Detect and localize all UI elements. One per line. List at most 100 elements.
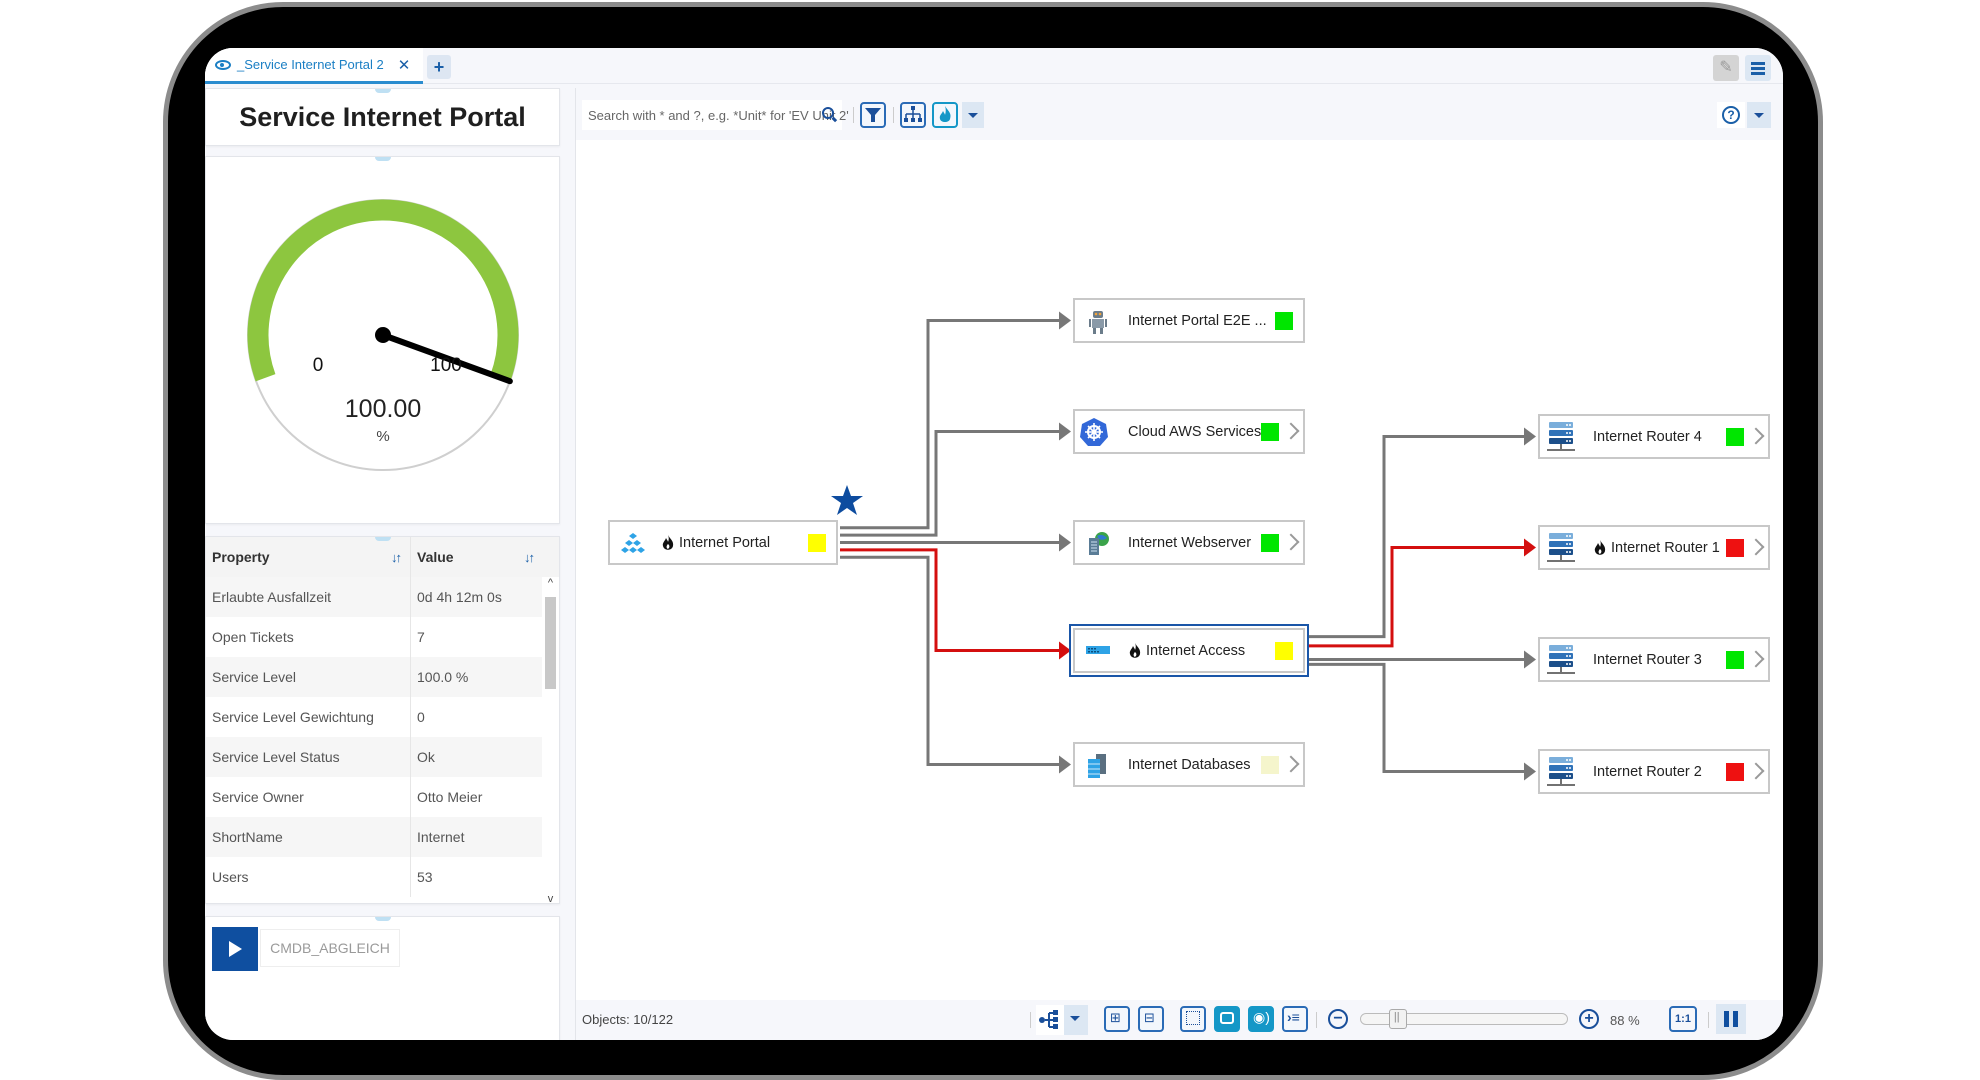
zoom-in-button[interactable]: + — [1579, 1009, 1599, 1029]
node-label: Internet Router 4 — [1593, 429, 1702, 445]
vertical-scrollbar[interactable]: ^ v — [542, 577, 559, 903]
value-cell: Ok — [417, 749, 435, 765]
help-button[interactable]: ? — [1717, 102, 1745, 128]
collapse-all-button[interactable]: ⊟ — [1138, 1006, 1164, 1032]
chevron-right-icon[interactable] — [1287, 532, 1299, 552]
scroll-down-icon[interactable]: v — [542, 893, 559, 903]
edge-portal-to-e2e[interactable] — [840, 319, 1061, 530]
graph-node-r4[interactable]: Internet Router 4 — [1538, 414, 1770, 459]
zoom-slider[interactable] — [1360, 1009, 1568, 1029]
kubernetes-icon — [1079, 417, 1109, 447]
play-icon[interactable] — [212, 927, 258, 971]
hierarchy-icon — [904, 106, 922, 122]
tree-toggle-button[interactable]: ›≡ — [1282, 1006, 1308, 1032]
cluster-icon — [620, 531, 646, 557]
help-dropdown[interactable] — [1747, 102, 1771, 128]
zoom-slider-handle[interactable] — [1388, 1009, 1407, 1029]
graph-node-db[interactable]: Internet Databases — [1073, 742, 1305, 787]
chevron-right-icon[interactable] — [1752, 537, 1764, 557]
search-input[interactable]: Search with * and ?, e.g. *Unit* for 'EV… — [582, 100, 849, 130]
chevron-right-icon[interactable] — [1287, 754, 1299, 774]
table-row[interactable]: Erlaubte Ausfallzeit 0d 4h 12m 0s — [206, 577, 559, 617]
scrollbar-thumb[interactable] — [545, 597, 556, 689]
table-row[interactable]: Service Owner Otto Meier — [206, 777, 559, 817]
table-row[interactable]: Open Tickets 7 — [206, 617, 559, 657]
layout-button[interactable] — [1036, 1005, 1064, 1035]
edge-portal-to-aws[interactable] — [840, 430, 1061, 537]
close-tab-icon[interactable]: ✕ — [398, 56, 411, 74]
status-indicator-yellow — [1275, 642, 1293, 660]
scroll-up-icon[interactable]: ^ — [542, 577, 559, 589]
table-row[interactable]: Users 53 — [206, 857, 559, 897]
expand-all-button[interactable]: ⊞ — [1104, 1006, 1130, 1032]
edge-portal-to-access[interactable] — [840, 548, 1061, 652]
node-label: Internet Portal E2E ... — [1128, 313, 1267, 329]
resize-grip[interactable] — [374, 89, 391, 93]
graph-node-web[interactable]: Internet Webserver — [1073, 520, 1305, 565]
zoom-out-button[interactable]: − — [1328, 1009, 1348, 1029]
objects-count: Objects: 10/122 — [582, 1012, 674, 1027]
graph-node-r3[interactable]: Internet Router 3 — [1538, 637, 1770, 682]
graph-node-r1[interactable]: Internet Router 1 — [1538, 525, 1770, 570]
pause-button[interactable] — [1716, 1004, 1746, 1034]
table-row[interactable]: Service Level Status Ok — [206, 737, 559, 777]
graph-node-access[interactable]: Internet Access — [1069, 624, 1309, 677]
resize-grip[interactable] — [374, 917, 391, 921]
eye-icon — [215, 59, 231, 70]
comments-button[interactable] — [1214, 1006, 1240, 1032]
resize-grip[interactable] — [374, 537, 391, 541]
hamburger-menu-button[interactable] — [1745, 55, 1771, 81]
table-row[interactable]: Service Level 100.0 % — [206, 657, 559, 697]
table-row[interactable]: Service Level Gewichtung 0 — [206, 697, 559, 737]
chevron-right-icon[interactable] — [1287, 421, 1299, 441]
graph-node-portal[interactable]: Internet Portal — [608, 520, 838, 565]
divider — [853, 107, 854, 123]
tab-service-internet-portal[interactable]: _Service Internet Portal 2 ✕ — [205, 48, 423, 84]
fire-filter-button[interactable] — [932, 102, 958, 128]
actual-size-button[interactable]: 1:1 — [1669, 1006, 1697, 1032]
graph-node-e2e[interactable]: Internet Portal E2E ... — [1073, 298, 1305, 343]
property-cell: Service Level Gewichtung — [206, 697, 411, 737]
graph-node-aws[interactable]: Cloud AWS Services — [1073, 409, 1305, 454]
expand-icon: ⊞ — [1110, 1010, 1121, 1025]
add-tab-button[interactable]: + — [427, 55, 451, 79]
filter-button[interactable] — [860, 102, 886, 128]
column-header-value[interactable]: Value ↓↑ — [411, 537, 543, 577]
broadcast-button[interactable]: ◉) — [1248, 1006, 1274, 1032]
hierarchy-button[interactable] — [900, 102, 926, 128]
value-cell: Internet — [417, 829, 465, 845]
property-cell: Open Tickets — [206, 617, 411, 657]
gauge-hub — [375, 327, 391, 343]
layout-dropdown[interactable] — [1064, 1005, 1088, 1035]
fire-icon — [662, 535, 674, 551]
sort-arrows-icon[interactable]: ↓↑ — [524, 550, 535, 565]
signal-icon: ◉) — [1253, 1009, 1270, 1025]
edge-access-to-r4[interactable] — [1307, 435, 1526, 639]
graph-panel: Search with * and ?, e.g. *Unit* for 'EV… — [575, 88, 1783, 1040]
graph-canvas[interactable]: Internet Portal Internet Portal E2E ... Cl… — [576, 140, 1783, 1000]
edge-access-to-r2[interactable] — [1307, 662, 1526, 773]
gauge-value: 100.00 — [345, 395, 421, 423]
edge-portal-to-db[interactable] — [840, 555, 1061, 766]
chevron-right-icon[interactable] — [1752, 426, 1764, 446]
chevron-right-icon[interactable] — [1752, 649, 1764, 669]
graph-edges — [840, 311, 1536, 781]
router-icon — [1546, 756, 1576, 788]
sort-arrows-icon[interactable]: ↓↑ — [391, 550, 402, 565]
action-card: CMDB_ABGLEICH — [205, 916, 560, 1040]
frame-select-icon — [1186, 1011, 1200, 1025]
table-row[interactable]: ShortName Internet — [206, 817, 559, 857]
edge-access-to-r1[interactable] — [1307, 546, 1526, 648]
chevron-right-icon[interactable] — [1752, 761, 1764, 781]
edit-pencil-button[interactable]: ✎ — [1713, 55, 1739, 81]
favorite-star-icon[interactable] — [830, 484, 864, 518]
column-header-property[interactable]: Property ↓↑ — [206, 537, 411, 577]
fire-filter-dropdown[interactable] — [962, 102, 984, 128]
zoom-percent: 88 % — [1610, 1013, 1640, 1028]
search-icon[interactable] — [822, 107, 834, 119]
fit-selection-button[interactable] — [1180, 1006, 1206, 1032]
property-cell: Erlaubte Ausfallzeit — [206, 577, 411, 617]
graph-node-r2[interactable]: Internet Router 2 — [1538, 749, 1770, 794]
action-button-cmdb-abgleich[interactable]: CMDB_ABGLEICH — [260, 929, 400, 967]
edge-arrowhead — [1059, 533, 1071, 552]
